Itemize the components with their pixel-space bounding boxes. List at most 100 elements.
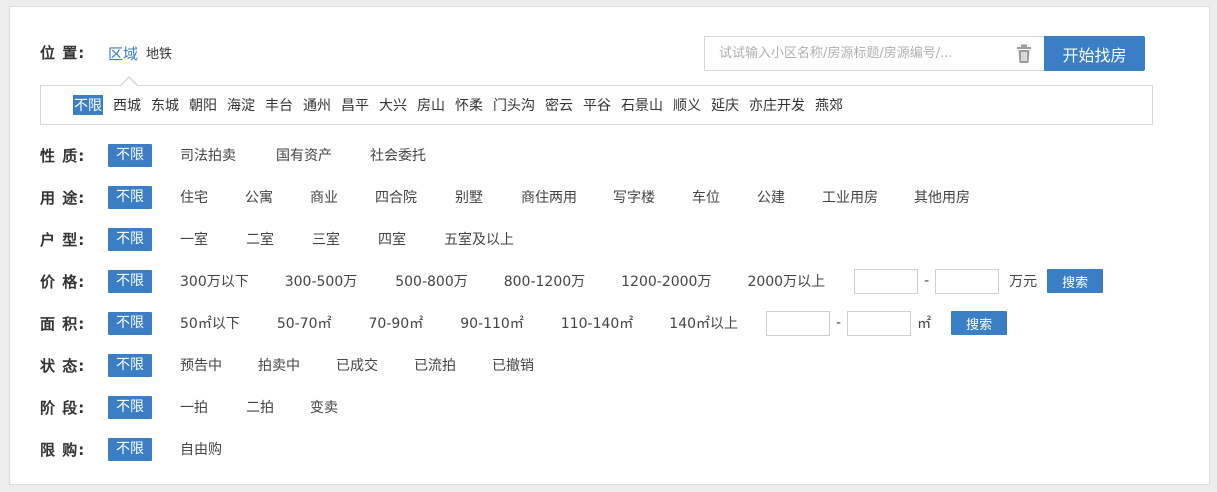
filter-option[interactable]: 300-500万 [285,271,358,291]
filter-option[interactable]: 110-140㎡ [561,313,634,333]
range-min-input[interactable] [766,310,831,336]
district-item[interactable]: 昌平 [341,95,369,115]
filter-option[interactable]: 2000万以上 [747,271,825,291]
district-list-box: 不限 西城 东城 朝阳 海淀 丰台 通州 昌平 大兴 房山 怀柔 门头沟 密云 平谷 石景山 顺义 延庆 亦庄开发… [40,76,1153,125]
district-item[interactable]: 房山 [417,95,445,115]
location-label: 位 置: [40,44,86,62]
filter-option[interactable]: 不限 [108,227,152,251]
filter-option[interactable]: 已撤销 [492,355,534,375]
start-search-button[interactable]: 开始找房 [1044,36,1145,71]
range-dash: - [836,315,842,331]
trash-icon[interactable] [1015,44,1033,64]
filter-option[interactable]: 不限 [108,311,152,335]
filter-option[interactable]: 90-110㎡ [460,313,524,333]
filter-option[interactable]: 三室 [312,229,340,249]
filter-option[interactable]: 二室 [246,229,274,249]
district-item[interactable]: 东城 [151,95,179,115]
filter-row-purchase-limit: 限 购: 不限 自由购 [40,437,222,461]
filter-label: 阶 段: [40,398,86,417]
filter-option[interactable]: 50-70㎡ [277,313,332,333]
district-item[interactable]: 丰台 [265,95,293,115]
search-input[interactable] [704,36,1044,71]
filter-option[interactable]: 140㎡以上 [669,313,738,333]
filter-row-layout: 户 型: 不限 一室 二室 三室 四室 五室及以上 [40,227,514,251]
range-search-button[interactable]: 搜索 [1047,269,1104,293]
district-item[interactable]: 怀柔 [455,95,483,115]
filter-row-stage: 阶 段: 不限 一拍 二拍 变卖 [40,395,338,419]
filter-option[interactable]: 商住两用 [521,187,577,207]
filter-row-status: 状 态: 不限 预告中 拍卖中 已成交 已流拍 已撤销 [40,353,534,377]
filter-option[interactable]: 不限 [108,437,152,461]
filter-option[interactable]: 一拍 [180,397,208,417]
district-item[interactable]: 燕郊 [815,95,843,115]
filter-option[interactable]: 不限 [108,353,152,377]
filter-label: 状 态: [40,356,86,375]
filter-option[interactable]: 已成交 [336,355,378,375]
filter-option[interactable]: 不限 [108,185,152,209]
filter-option[interactable]: 工业用房 [822,187,878,207]
filter-row-area: 面 积: 不限 50㎡以下 50-70㎡ 70-90㎡ 90-110㎡ 110-140㎡ 14… [40,310,1008,336]
district-item[interactable]: 朝阳 [189,95,217,115]
filter-panel: 位 置: 区域 地铁 开始找房 不限西城东城朝阳海淀丰台通州昌平大兴房山怀柔门头… [9,6,1210,485]
filter-option[interactable]: 其他用房 [914,187,970,207]
tab-area[interactable]: 区域 [108,43,138,64]
filter-option[interactable]: 别墅 [455,187,483,207]
district-item[interactable]: 西城 [113,95,141,115]
filter-option[interactable]: 自由购 [180,439,222,459]
filter-option[interactable]: 五室及以上 [444,229,514,249]
district-item[interactable]: 不限 [73,95,103,115]
filter-option[interactable]: 车位 [692,187,720,207]
filter-option[interactable]: 不限 [108,395,152,419]
filter-option[interactable]: 预告中 [180,355,222,375]
filter-option[interactable]: 司法拍卖 [180,145,236,165]
filter-option[interactable]: 变卖 [310,397,338,417]
range-dash: - [924,273,930,289]
district-item[interactable]: 大兴 [379,95,407,115]
filter-option[interactable]: 500-800万 [395,271,468,291]
filter-option[interactable]: 四室 [378,229,406,249]
filter-option[interactable]: 50㎡以下 [180,313,240,333]
filter-option[interactable]: 一室 [180,229,208,249]
filter-option[interactable]: 公建 [757,187,785,207]
district-item[interactable]: 通州 [303,95,331,115]
range-unit: ㎡ [917,316,932,332]
range-unit: 万元 [1009,274,1038,290]
district-list: 不限 西城 东城 朝阳 海淀 丰台 通州 昌平 大兴 房山 怀柔 门头沟 密云 平谷 石景山 顺义 延庆 亦庄开发… [73,94,853,116]
filter-option[interactable]: 已流拍 [414,355,456,375]
range-min-input[interactable] [854,268,919,294]
filter-option[interactable]: 70-90㎡ [369,313,424,333]
filter-option[interactable]: 商业 [310,187,338,207]
filter-option[interactable]: 写字楼 [613,187,655,207]
district-item[interactable]: 顺义 [673,95,701,115]
filter-option[interactable]: 1200-2000万 [621,271,711,291]
district-item[interactable]: 亦庄开发 [749,95,805,115]
filter-option[interactable]: 社会委托 [370,145,426,165]
filter-option[interactable]: 800-1200万 [504,271,585,291]
filter-label: 用 途: [40,188,86,207]
range-search-button[interactable]: 搜索 [951,311,1008,335]
district-item[interactable]: 平谷 [583,95,611,115]
filter-row-price: 价 格: 不限 300万以下 300-500万 500-800万 800-1200万 120… [40,268,1104,294]
filter-row-nature: 性 质: 不限 司法拍卖 国有资产 社会委托 [40,143,426,167]
district-item[interactable]: 密云 [545,95,573,115]
filter-option[interactable]: 不限 [108,143,152,167]
tab-subway[interactable]: 地铁 [146,43,172,62]
filter-option[interactable]: 不限 [108,269,152,293]
district-item[interactable]: 门头沟 [493,95,535,115]
district-item[interactable]: 石景山 [621,95,663,115]
range-max-input[interactable] [847,310,912,336]
filter-label: 户 型: [40,230,86,249]
filter-option[interactable]: 国有资产 [276,145,332,165]
filter-option[interactable]: 四合院 [375,187,417,207]
district-item[interactable]: 海淀 [227,95,255,115]
filter-option[interactable]: 300万以下 [180,271,249,291]
range-max-input[interactable] [935,268,1000,294]
filter-option[interactable]: 拍卖中 [258,355,300,375]
filter-row-usage: 用 途: 不限 住宅 公寓 商业 四合院 别墅 商住两用 写字楼 车位 公建 工业用房 其他用房 [40,185,970,209]
filter-label: 面 积: [40,314,86,333]
filter-option[interactable]: 二拍 [246,397,274,417]
filter-label: 性 质: [40,146,86,165]
filter-option[interactable]: 住宅 [180,187,208,207]
filter-option[interactable]: 公寓 [245,187,273,207]
district-item[interactable]: 延庆 [711,95,739,115]
